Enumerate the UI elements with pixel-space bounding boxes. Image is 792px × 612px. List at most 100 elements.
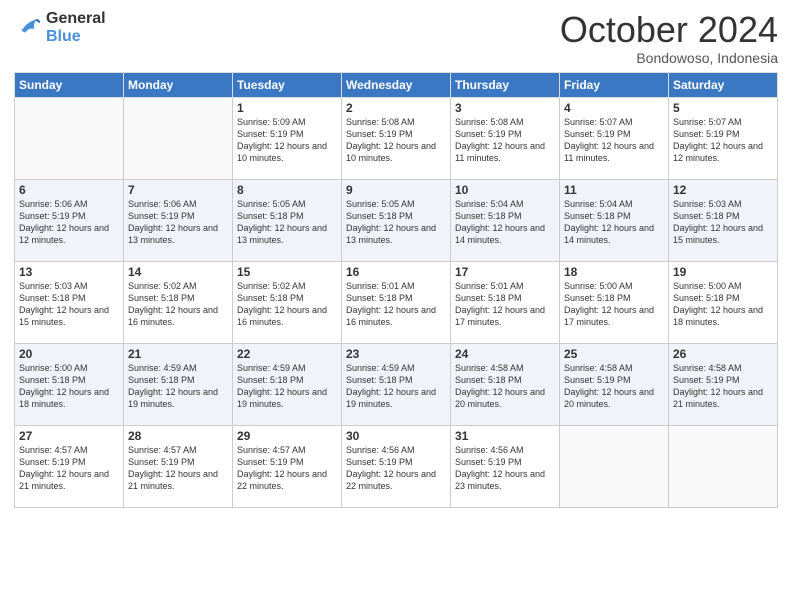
calendar-cell: 11Sunrise: 5:04 AM Sunset: 5:18 PM Dayli… [560,179,669,261]
calendar-cell: 24Sunrise: 4:58 AM Sunset: 5:18 PM Dayli… [451,343,560,425]
logo: General Blue [14,10,106,45]
calendar-cell: 4Sunrise: 5:07 AM Sunset: 5:19 PM Daylig… [560,97,669,179]
day-info: Sunrise: 4:58 AM Sunset: 5:18 PM Dayligh… [455,362,555,411]
calendar-cell [560,425,669,507]
day-number: 16 [346,265,446,279]
col-header-friday: Friday [560,72,669,97]
week-row-5: 27Sunrise: 4:57 AM Sunset: 5:19 PM Dayli… [15,425,778,507]
calendar-cell: 15Sunrise: 5:02 AM Sunset: 5:18 PM Dayli… [233,261,342,343]
calendar-cell: 22Sunrise: 4:59 AM Sunset: 5:18 PM Dayli… [233,343,342,425]
day-info: Sunrise: 5:00 AM Sunset: 5:18 PM Dayligh… [19,362,119,411]
day-number: 31 [455,429,555,443]
calendar-cell [15,97,124,179]
calendar-cell: 20Sunrise: 5:00 AM Sunset: 5:18 PM Dayli… [15,343,124,425]
logo-line1: General [46,10,106,28]
calendar-cell: 27Sunrise: 4:57 AM Sunset: 5:19 PM Dayli… [15,425,124,507]
day-info: Sunrise: 4:58 AM Sunset: 5:19 PM Dayligh… [564,362,664,411]
day-info: Sunrise: 4:57 AM Sunset: 5:19 PM Dayligh… [237,444,337,493]
day-number: 9 [346,183,446,197]
day-info: Sunrise: 4:59 AM Sunset: 5:18 PM Dayligh… [346,362,446,411]
day-number: 24 [455,347,555,361]
day-number: 1 [237,101,337,115]
day-info: Sunrise: 5:04 AM Sunset: 5:18 PM Dayligh… [455,198,555,247]
day-number: 20 [19,347,119,361]
calendar-cell: 5Sunrise: 5:07 AM Sunset: 5:19 PM Daylig… [669,97,778,179]
day-number: 3 [455,101,555,115]
calendar-cell: 14Sunrise: 5:02 AM Sunset: 5:18 PM Dayli… [124,261,233,343]
day-info: Sunrise: 5:06 AM Sunset: 5:19 PM Dayligh… [19,198,119,247]
day-info: Sunrise: 4:59 AM Sunset: 5:18 PM Dayligh… [128,362,228,411]
day-info: Sunrise: 5:00 AM Sunset: 5:18 PM Dayligh… [564,280,664,329]
day-info: Sunrise: 5:01 AM Sunset: 5:18 PM Dayligh… [346,280,446,329]
calendar-cell: 13Sunrise: 5:03 AM Sunset: 5:18 PM Dayli… [15,261,124,343]
calendar-cell: 31Sunrise: 4:56 AM Sunset: 5:19 PM Dayli… [451,425,560,507]
day-number: 13 [19,265,119,279]
day-info: Sunrise: 5:03 AM Sunset: 5:18 PM Dayligh… [19,280,119,329]
day-number: 25 [564,347,664,361]
col-header-wednesday: Wednesday [342,72,451,97]
day-info: Sunrise: 5:02 AM Sunset: 5:18 PM Dayligh… [237,280,337,329]
day-info: Sunrise: 4:57 AM Sunset: 5:19 PM Dayligh… [128,444,228,493]
day-number: 19 [673,265,773,279]
calendar-cell: 12Sunrise: 5:03 AM Sunset: 5:18 PM Dayli… [669,179,778,261]
week-row-2: 6Sunrise: 5:06 AM Sunset: 5:19 PM Daylig… [15,179,778,261]
calendar-cell: 21Sunrise: 4:59 AM Sunset: 5:18 PM Dayli… [124,343,233,425]
week-row-1: 1Sunrise: 5:09 AM Sunset: 5:19 PM Daylig… [15,97,778,179]
day-info: Sunrise: 4:56 AM Sunset: 5:19 PM Dayligh… [455,444,555,493]
day-info: Sunrise: 4:58 AM Sunset: 5:19 PM Dayligh… [673,362,773,411]
calendar-cell: 6Sunrise: 5:06 AM Sunset: 5:19 PM Daylig… [15,179,124,261]
day-info: Sunrise: 5:07 AM Sunset: 5:19 PM Dayligh… [564,116,664,165]
col-header-tuesday: Tuesday [233,72,342,97]
day-number: 10 [455,183,555,197]
day-info: Sunrise: 5:07 AM Sunset: 5:19 PM Dayligh… [673,116,773,165]
day-info: Sunrise: 5:06 AM Sunset: 5:19 PM Dayligh… [128,198,228,247]
day-info: Sunrise: 4:56 AM Sunset: 5:19 PM Dayligh… [346,444,446,493]
title-block: October 2024 Bondowoso, Indonesia [560,10,778,66]
day-info: Sunrise: 5:03 AM Sunset: 5:18 PM Dayligh… [673,198,773,247]
day-number: 5 [673,101,773,115]
calendar-cell: 17Sunrise: 5:01 AM Sunset: 5:18 PM Dayli… [451,261,560,343]
day-number: 6 [19,183,119,197]
day-number: 30 [346,429,446,443]
calendar-cell: 19Sunrise: 5:00 AM Sunset: 5:18 PM Dayli… [669,261,778,343]
calendar-cell [124,97,233,179]
day-info: Sunrise: 5:02 AM Sunset: 5:18 PM Dayligh… [128,280,228,329]
calendar-cell: 18Sunrise: 5:00 AM Sunset: 5:18 PM Dayli… [560,261,669,343]
day-info: Sunrise: 4:57 AM Sunset: 5:19 PM Dayligh… [19,444,119,493]
calendar-table: SundayMondayTuesdayWednesdayThursdayFrid… [14,72,778,508]
col-header-monday: Monday [124,72,233,97]
day-info: Sunrise: 5:09 AM Sunset: 5:19 PM Dayligh… [237,116,337,165]
calendar-cell: 28Sunrise: 4:57 AM Sunset: 5:19 PM Dayli… [124,425,233,507]
day-number: 22 [237,347,337,361]
calendar-header-row: SundayMondayTuesdayWednesdayThursdayFrid… [15,72,778,97]
day-info: Sunrise: 5:08 AM Sunset: 5:19 PM Dayligh… [346,116,446,165]
day-info: Sunrise: 5:05 AM Sunset: 5:18 PM Dayligh… [237,198,337,247]
calendar-cell: 30Sunrise: 4:56 AM Sunset: 5:19 PM Dayli… [342,425,451,507]
day-number: 7 [128,183,228,197]
month-title: October 2024 [560,10,778,50]
logo-line2: Blue [46,28,106,46]
calendar-cell [669,425,778,507]
day-number: 14 [128,265,228,279]
calendar-cell: 25Sunrise: 4:58 AM Sunset: 5:19 PM Dayli… [560,343,669,425]
day-number: 29 [237,429,337,443]
calendar-cell: 16Sunrise: 5:01 AM Sunset: 5:18 PM Dayli… [342,261,451,343]
day-number: 28 [128,429,228,443]
day-number: 21 [128,347,228,361]
day-number: 17 [455,265,555,279]
day-number: 2 [346,101,446,115]
day-number: 27 [19,429,119,443]
calendar-cell: 8Sunrise: 5:05 AM Sunset: 5:18 PM Daylig… [233,179,342,261]
day-number: 23 [346,347,446,361]
calendar-cell: 7Sunrise: 5:06 AM Sunset: 5:19 PM Daylig… [124,179,233,261]
day-number: 18 [564,265,664,279]
calendar-cell: 26Sunrise: 4:58 AM Sunset: 5:19 PM Dayli… [669,343,778,425]
day-number: 11 [564,183,664,197]
calendar-cell: 1Sunrise: 5:09 AM Sunset: 5:19 PM Daylig… [233,97,342,179]
calendar-cell: 3Sunrise: 5:08 AM Sunset: 5:19 PM Daylig… [451,97,560,179]
day-info: Sunrise: 5:08 AM Sunset: 5:19 PM Dayligh… [455,116,555,165]
calendar-cell: 9Sunrise: 5:05 AM Sunset: 5:18 PM Daylig… [342,179,451,261]
day-number: 8 [237,183,337,197]
week-row-4: 20Sunrise: 5:00 AM Sunset: 5:18 PM Dayli… [15,343,778,425]
day-number: 15 [237,265,337,279]
